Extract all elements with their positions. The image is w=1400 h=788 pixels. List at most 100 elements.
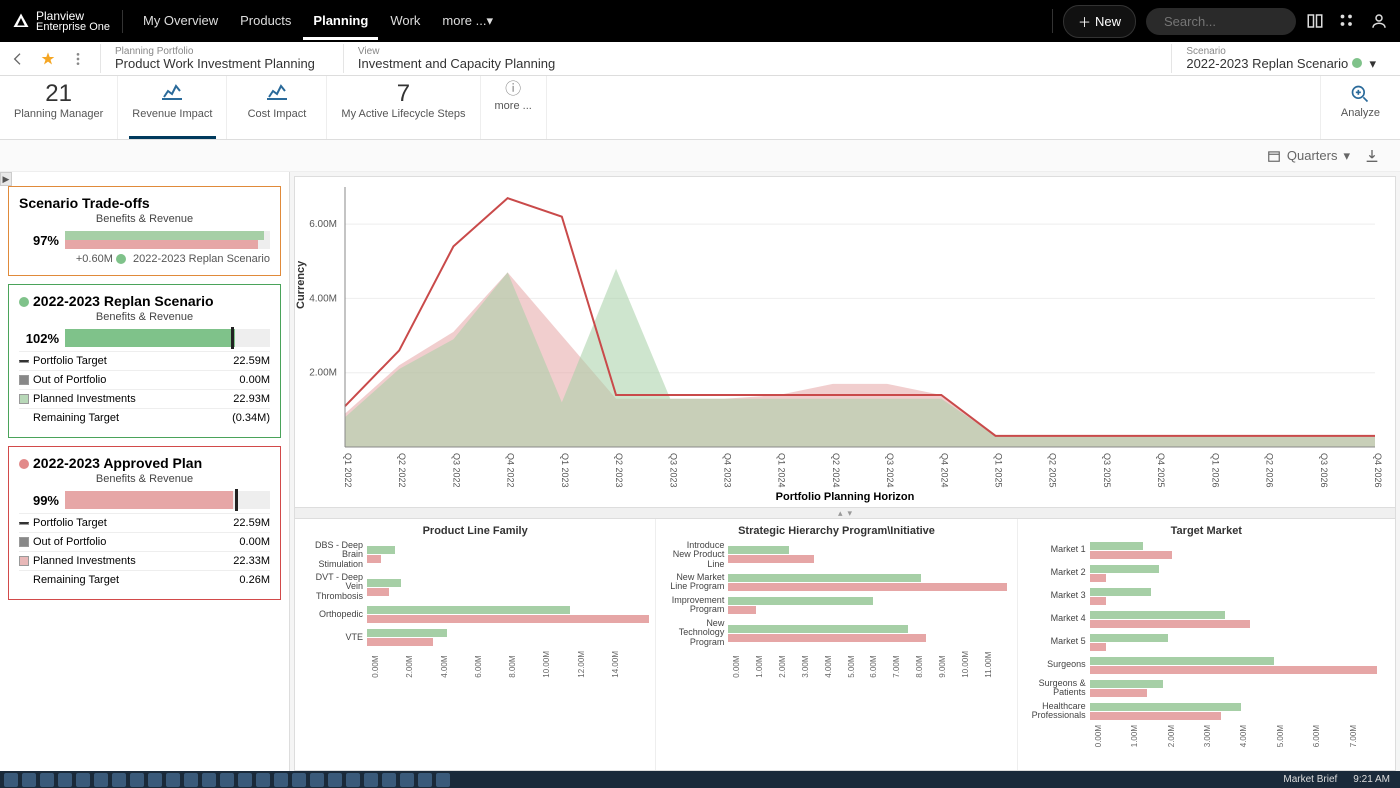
nav-work[interactable]: Work [380, 3, 430, 40]
new-button[interactable]: ＋New [1063, 5, 1136, 38]
taskbar-icon[interactable] [94, 773, 108, 787]
bar-pair [1090, 702, 1385, 721]
tab-count-3: 7 [341, 82, 465, 106]
metric-row: Out of Portfolio0.00M [19, 532, 270, 551]
portfolio-horizon-chart[interactable]: Currency Portfolio Planning Horizon 2.00… [295, 177, 1395, 507]
portfolio-context[interactable]: Planning Portfolio Product Work Investme… [100, 44, 329, 73]
card-approved[interactable]: 2022-2023 Approved Plan Benefits & Reven… [8, 446, 281, 600]
taskbar-icon[interactable] [274, 773, 288, 787]
bar-pair [1090, 679, 1385, 698]
analyze-button[interactable]: Analyze [1320, 76, 1400, 139]
time-grain-select[interactable]: Quarters ▾ [1267, 148, 1350, 164]
svg-text:Q3 2026: Q3 2026 [1319, 453, 1329, 488]
taskbar-icon[interactable] [202, 773, 216, 787]
svg-text:2.00M: 2.00M [309, 368, 337, 379]
bar-label: Surgeons [1028, 660, 1090, 669]
bar-pair [367, 605, 645, 624]
favorite-icon[interactable] [40, 51, 56, 67]
bullet-icon [19, 459, 29, 469]
svg-text:Q1 2023: Q1 2023 [560, 453, 570, 488]
metric-row: Portfolio Target22.59M [19, 351, 270, 370]
tab-label-1: Revenue Impact [132, 108, 212, 120]
bar-label: Market 5 [1028, 637, 1090, 646]
windows-taskbar[interactable]: Market Brief 9:21 AM [0, 771, 1400, 788]
back-icon[interactable] [10, 51, 26, 67]
taskbar-icon[interactable] [112, 773, 126, 787]
context-bar: Planning Portfolio Product Work Investme… [0, 42, 1400, 76]
svg-text:Q2 2024: Q2 2024 [831, 453, 841, 488]
metric-row: Portfolio Target22.59M [19, 513, 270, 532]
taskbar-icon[interactable] [400, 773, 414, 787]
taskbar-icon[interactable] [184, 773, 198, 787]
portfolio-value: Product Work Investment Planning [115, 57, 315, 71]
taskbar-icon[interactable] [310, 773, 324, 787]
search-box[interactable] [1146, 8, 1296, 35]
calendar-icon [1267, 149, 1281, 163]
card-replan[interactable]: 2022-2023 Replan Scenario Benefits & Rev… [8, 284, 281, 438]
svg-text:Q1 2022: Q1 2022 [343, 453, 353, 488]
bar-row: Orthopedic [305, 605, 645, 624]
taskbar-icon[interactable] [22, 773, 36, 787]
taskbar-icon[interactable] [76, 773, 90, 787]
download-icon[interactable] [1364, 148, 1380, 164]
card-tradeoffs[interactable]: Scenario Trade-offs Benefits & Revenue 9… [8, 186, 281, 276]
tab-cost-impact[interactable]: Cost Impact [227, 76, 327, 139]
taskbar-icon[interactable] [256, 773, 270, 787]
taskbar-icon[interactable] [436, 773, 450, 787]
taskbar-icon[interactable] [130, 773, 144, 787]
svg-text:Q3 2023: Q3 2023 [668, 453, 678, 488]
bar-label: DBS - Deep Brain Stimulation [305, 541, 367, 569]
bar-pair [1090, 587, 1385, 606]
sidebar-expand-toggle[interactable]: ▶ [0, 172, 12, 186]
tab-revenue-impact[interactable]: Revenue Impact [118, 76, 227, 139]
tab-more[interactable]: ⓘ more ... [481, 76, 547, 139]
taskbar-icon[interactable] [292, 773, 306, 787]
brand-line2: Enterprise One [36, 22, 110, 33]
nav-products[interactable]: Products [230, 3, 301, 40]
taskbar-icon[interactable] [148, 773, 162, 787]
taskbar-icon[interactable] [220, 773, 234, 787]
svg-text:Q1 2026: Q1 2026 [1210, 453, 1220, 488]
taskbar-icon[interactable] [4, 773, 18, 787]
taskbar-icon[interactable] [58, 773, 72, 787]
replan-pct: 102% [19, 331, 59, 346]
chart-strategic-hierarchy[interactable]: Strategic Hierarchy Program\Initiative I… [656, 519, 1017, 770]
tab-label-3: My Active Lifecycle Steps [341, 108, 465, 120]
taskbar-icon[interactable] [382, 773, 396, 787]
bar-row: Market 5 [1028, 633, 1385, 652]
svg-text:Q4 2025: Q4 2025 [1156, 453, 1166, 488]
taskbar-icon[interactable] [328, 773, 342, 787]
taskbar-icon[interactable] [346, 773, 360, 787]
bar-label: Improvement Program [666, 596, 728, 615]
view-context[interactable]: View Investment and Capacity Planning [343, 44, 569, 73]
bar-row: VTE [305, 628, 645, 647]
metric-row: Out of Portfolio0.00M [19, 370, 270, 389]
tradeoffs-bar [65, 231, 270, 249]
nav-more[interactable]: more ...▾ [432, 3, 503, 40]
chart-target-market[interactable]: Target Market Market 1 Market 2 Market 3 [1018, 519, 1395, 770]
chart-product-line[interactable]: Product Line Family DBS - Deep Brain Sti… [295, 519, 656, 770]
bar-label: DVT - Deep Vein Thrombosis [305, 573, 367, 601]
scenario-context[interactable]: Scenario 2022-2023 Replan Scenario ▾ [1171, 44, 1390, 73]
user-icon[interactable] [1370, 12, 1388, 30]
kebab-icon[interactable] [70, 51, 86, 67]
bar-row: Surgeons [1028, 656, 1385, 675]
taskbar-icon[interactable] [238, 773, 252, 787]
replan-bar [65, 329, 270, 347]
metric-row: Planned Investments22.33M [19, 551, 270, 570]
taskbar-icon[interactable] [418, 773, 432, 787]
book-icon[interactable] [1306, 12, 1324, 30]
time-grain-label: Quarters [1287, 148, 1338, 163]
bar-axis: 0.00M1.00M2.00M3.00M4.00M5.00M6.00M7.00M… [666, 651, 1006, 678]
brand-logo[interactable]: Planview Enterprise One [12, 10, 123, 33]
taskbar-icon[interactable] [166, 773, 180, 787]
nav-planning[interactable]: Planning [303, 3, 378, 40]
apps-icon[interactable] [1338, 12, 1356, 30]
tab-planning-manager[interactable]: 21 Planning Manager [0, 76, 118, 139]
tab-lifecycle-steps[interactable]: 7 My Active Lifecycle Steps [327, 76, 480, 139]
taskbar-icon[interactable] [364, 773, 378, 787]
taskbar-icon[interactable] [40, 773, 54, 787]
nav-my-overview[interactable]: My Overview [133, 3, 228, 40]
splitter[interactable]: ▴ ▾ [295, 507, 1395, 519]
top-nav-bar: Planview Enterprise One My Overview Prod… [0, 0, 1400, 42]
